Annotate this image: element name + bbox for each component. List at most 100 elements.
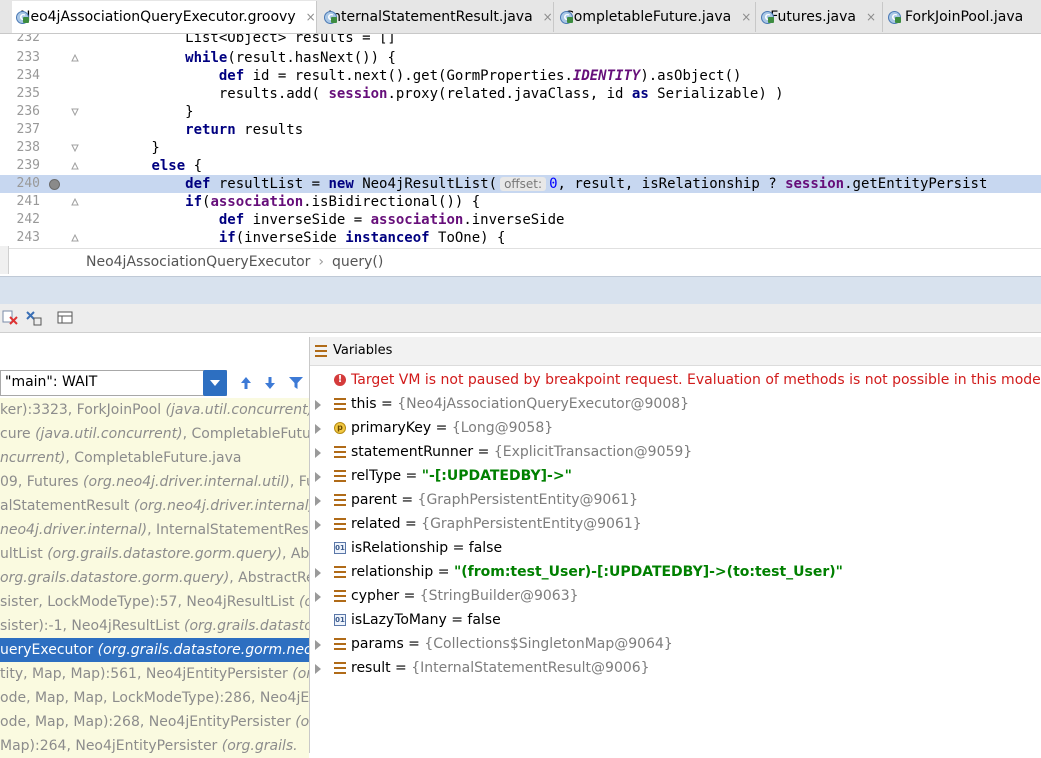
stack-frame[interactable]: ode, Map, Map, LockModeType):286, Neo4jE…	[0, 686, 309, 710]
expand-arrow-icon[interactable]	[315, 520, 321, 530]
variable-row[interactable]: statementRunner = {ExplicitTransaction@9…	[310, 440, 1041, 464]
close-icon[interactable]: ×	[543, 10, 553, 24]
variable-name: parent	[351, 492, 397, 508]
breadcrumb-method[interactable]: query()	[332, 254, 383, 270]
variable-row[interactable]: p primaryKey = {Long@9058}	[310, 416, 1041, 440]
line-number: 241	[16, 194, 40, 209]
breakpoint-icon[interactable]	[49, 179, 60, 190]
thread-selector[interactable]: "main": WAIT	[0, 370, 227, 396]
tab-fork-join-pool[interactable]: C ForkJoinPool.java	[884, 2, 1041, 32]
code-line: 238 }	[0, 139, 1041, 157]
code-text: }	[84, 104, 194, 120]
code-fragment: (result.hasNext()) {	[227, 50, 396, 66]
variable-row[interactable]: related = {GraphPersistentEntity@9061}	[310, 512, 1041, 536]
variable-row[interactable]: parent = {GraphPersistentEntity@9061}	[310, 488, 1041, 512]
field-icon	[334, 590, 346, 602]
equals-sign: =	[400, 516, 422, 532]
variable-row[interactable]: cypher = {StringBuilder@9063}	[310, 584, 1041, 608]
equals-sign: =	[399, 588, 420, 604]
code-text: return results	[84, 121, 303, 139]
variable-row[interactable]: relationship = "(from:test_User)-[:UPDAT…	[310, 560, 1041, 584]
tab-internal-statement-result[interactable]: C InternalStatementResult.java ×	[320, 2, 554, 32]
code-text: while(result.hasNext()) {	[84, 49, 396, 67]
expand-arrow-icon[interactable]	[315, 472, 321, 482]
up-arrow-icon[interactable]	[238, 375, 254, 391]
breadcrumb-class[interactable]: Neo4jAssociationQueryExecutor	[86, 254, 310, 270]
expand-arrow-icon[interactable]	[315, 448, 321, 458]
frame-file: , AbstractResultList	[229, 570, 309, 586]
code-line: 232 List<Object> results = []	[0, 34, 1041, 47]
frame-package: (org.grails.datastore	[184, 618, 309, 634]
expand-arrow-icon[interactable]	[315, 640, 321, 650]
code-text: else {	[84, 157, 202, 175]
code-editor[interactable]: 232 List<Object> results = [] 233 while(…	[0, 34, 1041, 246]
keyword: else	[151, 158, 186, 174]
stack-frame[interactable]: ncurrent), CompletableFuture.java	[0, 446, 309, 470]
code-fragment: resultList =	[210, 176, 329, 192]
frame-file: , AbstractR	[281, 546, 309, 562]
remove-breakpoint-icon[interactable]	[2, 309, 20, 327]
fold-marker-icon[interactable]	[71, 234, 79, 242]
frame-method: sister):-1, Neo4jResultList	[0, 618, 185, 634]
field-ref: association	[370, 212, 464, 228]
stack-frame[interactable]: 09, Futures (org.neo4j.driver.internal.u…	[0, 470, 309, 494]
fold-marker-icon[interactable]	[71, 144, 79, 152]
expand-arrow-icon[interactable]	[315, 400, 321, 410]
tab-label: CompletableFuture.java	[564, 9, 732, 25]
variable-row[interactable]: this = {Neo4jAssociationQueryExecutor@90…	[310, 392, 1041, 416]
fold-marker-icon[interactable]	[71, 198, 79, 206]
stack-frame[interactable]: ode, Map, Map):268, Neo4jEntityPersister…	[0, 710, 309, 734]
stack-frame[interactable]: Map):264, Neo4jEntityPersister (org.grai…	[0, 734, 309, 758]
fold-marker-icon[interactable]	[71, 54, 79, 62]
field-icon	[334, 494, 346, 506]
expand-arrow-icon[interactable]	[315, 664, 321, 674]
close-icon[interactable]: ×	[741, 10, 751, 24]
variable-name: relType	[351, 468, 402, 484]
expand-arrow-icon[interactable]	[315, 496, 321, 506]
down-arrow-icon[interactable]	[262, 375, 278, 391]
variable-row[interactable]: relType = "-[:UPDATEDBY]->"	[310, 464, 1041, 488]
variable-row[interactable]: 01 isLazyToMany = false	[310, 608, 1041, 632]
stack-frame[interactable]: sister):-1, Neo4jResultList (org.grails.…	[0, 614, 309, 638]
frame-method: Map):264, Neo4jEntityPersister	[0, 738, 222, 754]
field-icon	[334, 662, 346, 674]
tab-neo4j-association-query-executor[interactable]: C Neo4jAssociationQueryExecutor.groovy ×	[12, 1, 317, 33]
stack-frame[interactable]: sister, LockModeType):57, Neo4jResultLis…	[0, 590, 309, 614]
variable-row[interactable]: 01 isRelationship = false	[310, 536, 1041, 560]
stack-frame[interactable]: cure (java.util.concurrent), Completable…	[0, 422, 309, 446]
stack-frame[interactable]: neo4j.driver.internal), InternalStatemen…	[0, 518, 309, 542]
code-line: 234 def id = result.next().get(GormPrope…	[0, 67, 1041, 85]
field-ref: session	[785, 176, 845, 192]
code-line: 242 def inverseSide = association.invers…	[0, 211, 1041, 229]
restore-layout-icon[interactable]	[25, 309, 43, 327]
layout-settings-icon[interactable]	[57, 309, 75, 327]
variable-text: statementRunner = {ExplicitTransaction@9…	[351, 440, 692, 464]
field-icon	[334, 638, 346, 650]
stack-frame[interactable]: ker):3323, ForkJoinPool (java.util.concu…	[0, 398, 309, 422]
code-line: 239 else {	[0, 157, 1041, 175]
tab-completable-future[interactable]: C CompletableFuture.java ×	[556, 2, 756, 32]
close-icon[interactable]: ×	[866, 10, 876, 24]
close-icon[interactable]: ×	[306, 10, 316, 24]
stack-frame[interactable]: alStatementResult (org.neo4j.driver.inte…	[0, 494, 309, 518]
variable-name: this	[351, 396, 377, 412]
filter-icon[interactable]	[288, 375, 304, 391]
tab-futures[interactable]: C Futures.java ×	[757, 2, 883, 32]
code-text: def resultList = new Neo4jResultList(off…	[84, 175, 987, 193]
expand-arrow-icon[interactable]	[315, 592, 321, 602]
stack-frame[interactable]: tity, Map, Map):561, Neo4jEntityPersiste…	[0, 662, 309, 686]
frame-file: , CompletableFuture.java	[182, 426, 309, 442]
expand-arrow-icon[interactable]	[315, 424, 321, 434]
expand-arrow-icon[interactable]	[315, 568, 321, 578]
code-line: 233 while(result.hasNext()) {	[0, 49, 1041, 67]
stack-frame[interactable]: ueryExecutor (org.grails.datastore.gorm.…	[0, 638, 309, 662]
variable-row[interactable]: result = {InternalStatementResult@9006}	[310, 656, 1041, 680]
fold-marker-icon[interactable]	[71, 108, 79, 116]
fold-marker-icon[interactable]	[71, 162, 79, 170]
stack-frame[interactable]: ultList (org.grails.datastore.gorm.query…	[0, 542, 309, 566]
code-fragment: ToOne) {	[429, 230, 506, 246]
variable-row[interactable]: params = {Collections$SingletonMap@9064}	[310, 632, 1041, 656]
stack-frame[interactable]: org.grails.datastore.gorm.query), Abstra…	[0, 566, 309, 590]
chevron-down-icon[interactable]	[203, 370, 227, 396]
variables-header: Variables	[310, 337, 1041, 366]
